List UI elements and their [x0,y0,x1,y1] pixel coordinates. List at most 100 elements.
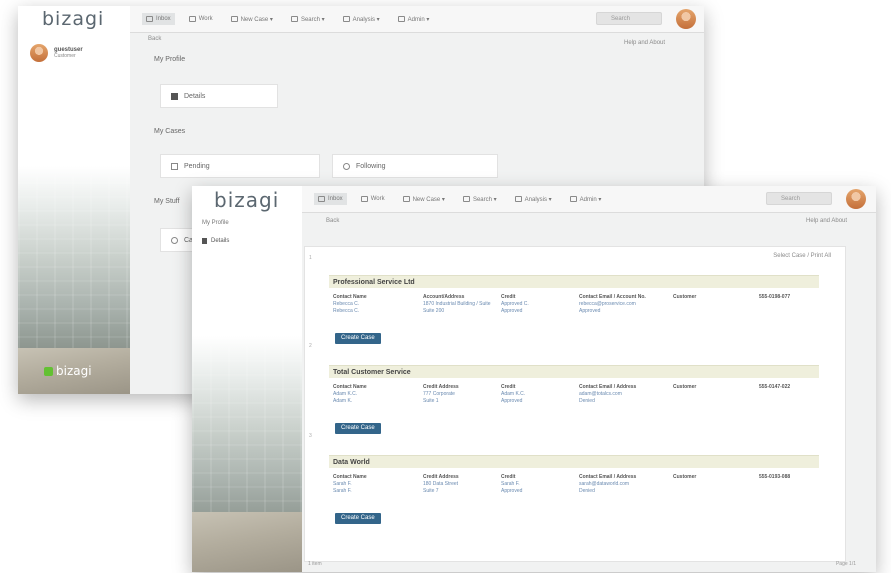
pending-icon [171,162,178,170]
nav-admin[interactable]: Admin ▾ [394,13,434,26]
section-my-cases: My Cases [154,128,186,135]
sidebar-title: My Profile [202,220,229,226]
nav-analysis[interactable]: Analysis ▾ [339,13,384,26]
card-col: Customer [673,384,697,390]
cases-following-item[interactable]: Following [332,154,498,178]
nav-work[interactable]: Work [357,193,389,205]
search-icon [462,196,470,202]
card-col: Customer [673,294,697,300]
stuff-icon [171,236,178,244]
search-input[interactable]: Search [596,12,662,25]
card-details: Contact Name Sarah F. Sarah F. Credit Addr… [329,468,819,506]
sidebar-item-details[interactable]: Details [202,238,229,244]
briefcase-icon [188,16,196,22]
create-case-button[interactable]: Create Case [335,422,381,434]
bizagi-logo: bizagi [214,188,280,212]
create-case-button[interactable]: Create Case [335,512,381,524]
footer: 1 item Page 1/1 [302,558,876,572]
sidebar: bizagi guestuser Customer bizagi [18,6,130,394]
front-window: bizagi My Profile Details Inbox Work New… [192,186,876,572]
card-col: Account/Address 1870 Industrial Building … [423,294,491,314]
card-title: Professional Service Ltd [329,275,819,288]
card-details: Contact Name Rebecca C. Rebecca C. Account… [329,288,819,326]
card-col: Contact Name Adam K.C. Adam K. [333,384,367,404]
card-col: Contact Name Sarah F. Sarah F. [333,474,367,494]
nav-search[interactable]: Search ▾ [287,13,329,26]
inbox-icon [318,196,325,202]
row-number: 1 [309,255,312,261]
background-photo [192,336,302,572]
top-bar: Inbox Work New Case ▾ Search ▾ Analysis … [130,6,704,33]
card-details: Contact Name Adam K.C. Adam K. Credit Addr… [329,378,819,416]
card-col: 555-0198-077 [759,294,791,300]
card-col: Credit Address 777 Corporate Suite 1 [423,384,459,404]
chart-icon [342,16,350,22]
chart-icon [514,196,522,202]
breadcrumb[interactable]: Back [326,218,339,224]
back-link[interactable]: Back [148,36,161,42]
background-photo: bizagi [18,166,130,394]
card-col: Credit Adam K.C. Approved [501,384,526,404]
card-col: Credit Address 180 Data Street Suite 7 [423,474,459,494]
nav-inbox[interactable]: Inbox [142,13,175,25]
nav-new-case[interactable]: New Case ▾ [399,193,449,206]
photo-logo: bizagi [44,364,92,378]
gear-icon [569,196,577,202]
profile-icon [202,238,207,244]
nav-search[interactable]: Search ▾ [459,193,501,206]
footer-count: 1 item [308,561,322,567]
card-col: Contact Name Rebecca C. Rebecca C. [333,294,367,314]
nav-admin[interactable]: Admin ▾ [566,193,606,206]
card-col: Contact Email / Account No. rebecca@prose… [579,294,646,314]
user-role: Customer [54,53,76,59]
top-bar: Inbox Work New Case ▾ Search ▾ Analysis … [302,186,876,213]
bizagi-leaf-icon [44,366,53,376]
nav-new-case[interactable]: New Case ▾ [227,13,277,26]
nav-analysis[interactable]: Analysis ▾ [511,193,556,206]
cases-pending-item[interactable]: Pending [160,154,320,178]
help-link[interactable]: Help and About [806,218,847,224]
create-case-button[interactable]: Create Case [335,332,381,344]
customer-card: Data World Contact Name Sarah F. Sarah F. … [329,455,819,524]
profile-details-item[interactable]: Details [160,84,278,108]
customer-card: Total Customer Service Contact Name Adam … [329,365,819,434]
search-icon [290,16,298,22]
section-my-stuff: My Stuff [154,198,180,205]
card-col: Credit Sarah F. Approved [501,474,523,494]
row-number: 2 [309,343,312,349]
card-col: 555-0193-088 [759,474,791,480]
main-nav: Inbox Work New Case ▾ Search ▾ Analysis … [314,186,605,212]
card-col: 555-0147-022 [759,384,791,390]
print-all-link[interactable]: Select Case / Print All [773,253,831,259]
card-col: Customer [673,474,697,480]
briefcase-icon [360,196,368,202]
folder-icon [402,196,410,202]
row-number: 3 [309,433,312,439]
folder-icon [230,16,238,22]
sidebar: bizagi My Profile Details [192,186,302,572]
cases-panel: 1 Select Case / Print All Professional S… [304,246,846,562]
nav-inbox[interactable]: Inbox [314,193,347,205]
section-my-profile: My Profile [154,56,186,63]
user-profile[interactable]: guestuser Customer [30,44,83,62]
bizagi-logo: bizagi [42,8,105,30]
help-link[interactable]: Help and About [624,40,665,46]
user-avatar[interactable] [676,9,696,29]
desk-image [192,512,302,572]
search-input[interactable]: Search [766,192,832,205]
main-nav: Inbox Work New Case ▾ Search ▾ Analysis … [142,6,433,32]
avatar[interactable] [30,44,48,62]
profile-icon [171,92,178,100]
card-col: Contact Email / Address sarah@dataworld.c… [579,474,637,494]
following-icon [343,162,350,170]
user-avatar[interactable] [846,189,866,209]
card-col: Contact Email / Address adam@totalcs.com D… [579,384,637,404]
nav-work[interactable]: Work [185,13,217,25]
card-title: Total Customer Service [329,365,819,378]
card-title: Data World [329,455,819,468]
inbox-icon [146,16,153,22]
stuff-item[interactable]: Ca [160,228,196,252]
gear-icon [397,16,405,22]
card-col: Credit Approved C. Approved [501,294,529,314]
footer-pagination[interactable]: Page 1/1 [836,561,856,567]
